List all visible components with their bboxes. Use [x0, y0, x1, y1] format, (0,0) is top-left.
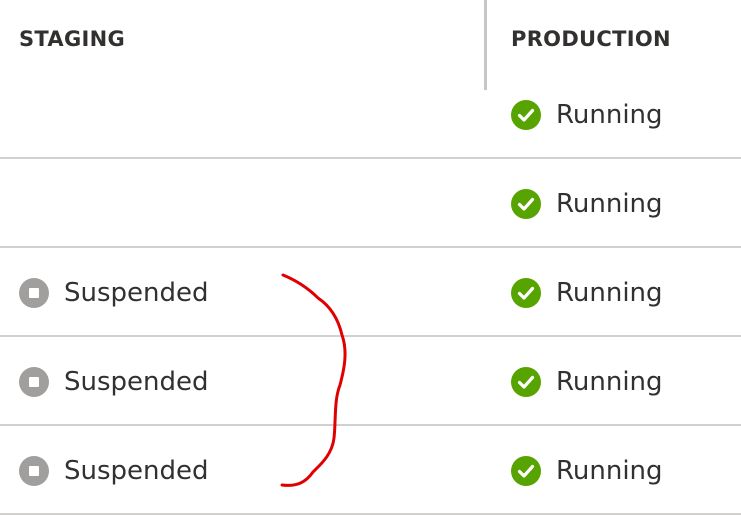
table-row[interactable]: Suspended Running — [0, 337, 741, 426]
table-row[interactable]: Running — [0, 159, 741, 248]
production-status-cell: Running — [511, 159, 663, 248]
staging-status-cell: Suspended — [19, 248, 209, 337]
production-status-cell: Running — [511, 70, 663, 159]
stop-circle-icon — [19, 366, 49, 397]
status-text: Running — [556, 366, 663, 397]
production-status-cell: Running — [511, 426, 663, 515]
staging-status-cell: Suspended — [19, 426, 209, 515]
column-header-staging[interactable]: STAGING — [19, 27, 125, 51]
check-circle-icon — [511, 277, 541, 308]
status-text: Running — [556, 99, 663, 130]
stop-circle-icon — [19, 455, 49, 486]
column-header-production[interactable]: PRODUCTION — [511, 27, 671, 51]
stop-circle-icon — [19, 277, 49, 308]
status-text: Running — [556, 277, 663, 308]
status-text: Suspended — [64, 277, 209, 308]
check-circle-icon — [511, 188, 541, 219]
table-row[interactable]: Suspended Running — [0, 248, 741, 337]
staging-status-cell: Suspended — [19, 337, 209, 426]
status-text: Suspended — [64, 366, 209, 397]
check-circle-icon — [511, 366, 541, 397]
status-text: Running — [556, 188, 663, 219]
check-circle-icon — [511, 99, 541, 130]
table-row[interactable]: Running — [0, 70, 741, 159]
production-status-cell: Running — [511, 337, 663, 426]
status-text: Running — [556, 455, 663, 486]
production-status-cell: Running — [511, 248, 663, 337]
table-row[interactable]: Suspended Running — [0, 426, 741, 515]
check-circle-icon — [511, 455, 541, 486]
status-text: Suspended — [64, 455, 209, 486]
